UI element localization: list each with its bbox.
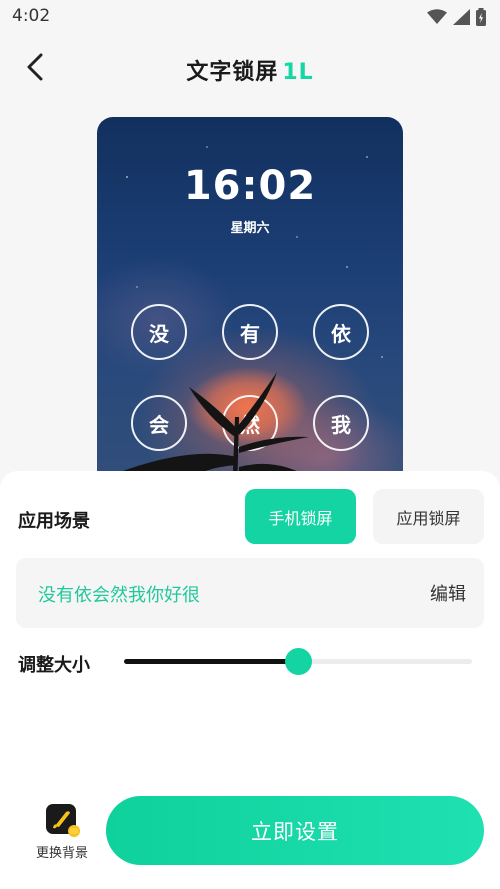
apply-now-button[interactable]: 立即设置 [106,796,484,865]
size-slider[interactable] [124,648,472,675]
change-background-label: 更换背景 [35,846,88,861]
battery-icon [476,8,486,26]
status-time: 4:02 [12,6,51,26]
phone-lockscreen-button[interactable]: 手机锁屏 [245,489,356,544]
header: 文字锁屏 1L [0,40,500,96]
status-bar: 4:02 [0,0,500,34]
lockscreen-preview: 16:02 星期六 没 有 依 会 然 我 [97,117,403,497]
signal-icon [453,9,470,25]
change-background-icon [46,804,80,837]
char-circle: 依 [313,304,369,360]
char-circle: 有 [222,304,278,360]
page-title: 文字锁屏 1L [0,54,500,86]
lock-text-value: 没有依会然我你好很 [38,585,200,606]
slider-thumb[interactable] [285,648,312,675]
preview-clock: 16:02 [183,163,317,209]
lock-text-field[interactable]: 没有依会然我你好很 编辑 [16,558,484,628]
title-mark: 1L [282,60,314,85]
app-lockscreen-button[interactable]: 应用锁屏 [373,489,484,544]
wifi-icon [427,9,447,24]
page-title-text: 文字锁屏 [186,60,279,85]
preview-weekday: 星期六 [230,221,270,236]
size-label: 调整大小 [18,655,90,676]
scene-label: 应用场景 [18,511,90,532]
settings-panel: 应用场景 手机锁屏 应用锁屏 没有依会然我你好很 编辑 调整大小 更换背景 立即… [0,471,500,889]
change-background-button[interactable]: 更换背景 [30,804,94,861]
slider-fill [124,659,298,664]
edit-button[interactable]: 编辑 [430,580,466,606]
char-circle: 没 [131,304,187,360]
status-icons [427,8,486,26]
